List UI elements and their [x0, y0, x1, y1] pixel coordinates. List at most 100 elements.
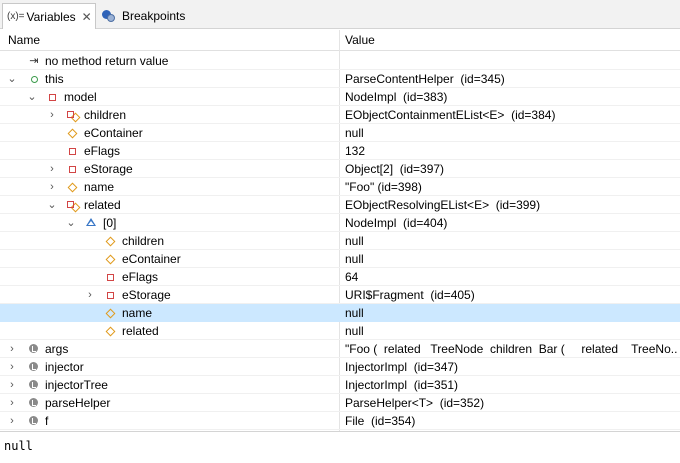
tab-breakpoints-label: Breakpoints [122, 8, 186, 23]
tree-row[interactable]: › eStorage URI$Fragment (id=405) [0, 286, 680, 304]
table-header: Name Value [0, 30, 680, 51]
variable-value: 132 [345, 144, 366, 158]
column-header-value[interactable]: Value [345, 33, 375, 47]
tree-row[interactable]: eFlags 64 [0, 268, 680, 286]
collapse-chevron-icon[interactable]: › [6, 378, 18, 392]
variable-name: name [84, 180, 115, 194]
collapse-chevron-icon[interactable]: › [46, 162, 58, 176]
tree-row[interactable]: eContainer null [0, 250, 680, 268]
field-collection-icon [65, 198, 79, 212]
tree-row[interactable]: › f File (id=354) [0, 412, 680, 430]
variable-name: children [122, 234, 165, 248]
field-private-icon [45, 90, 59, 104]
variable-name: eStorage [84, 162, 133, 176]
local-variable-icon [27, 360, 41, 374]
collapse-chevron-icon[interactable]: › [46, 180, 58, 194]
tree-row[interactable]: › args "Foo ( related TreeNode children … [0, 340, 680, 358]
variable-value: File (id=354) [345, 414, 416, 428]
tree-row[interactable]: eFlags 132 [0, 142, 680, 160]
variable-value: null [345, 306, 364, 320]
variable-name: eFlags [122, 270, 159, 284]
array-element-icon [84, 216, 98, 230]
variable-value: null [345, 252, 364, 266]
variable-name: no method return value [45, 54, 169, 68]
collapse-chevron-icon[interactable]: › [46, 108, 58, 122]
tree-row[interactable]: › parseHelper ParseHelper<T> (id=352) [0, 394, 680, 412]
variable-name: model [64, 90, 97, 104]
variable-name: related [84, 198, 121, 212]
breakpoints-icon [102, 9, 116, 23]
collapse-chevron-icon[interactable]: › [6, 360, 18, 374]
field-protected-icon [103, 252, 117, 266]
detail-pane[interactable]: null [0, 431, 680, 463]
variable-name: args [45, 342, 69, 356]
tree-row[interactable]: ⇥ no method return value [0, 52, 680, 70]
tab-variables[interactable]: (x)= Variables ✕ [2, 3, 96, 29]
tree-row[interactable]: › injectorTree InjectorImpl (id=351) [0, 376, 680, 394]
variable-value: EObjectContainmentEList<E> (id=384) [345, 108, 556, 122]
expand-chevron-icon[interactable]: ⌄ [6, 72, 18, 86]
variable-value: InjectorImpl (id=351) [345, 378, 459, 392]
tree-row[interactable]: children null [0, 232, 680, 250]
return-icon: ⇥ [29, 55, 39, 67]
field-collection-icon [65, 108, 79, 122]
tree-row[interactable]: ⌄ [0] NodeImpl (id=404) [0, 214, 680, 232]
collapse-chevron-icon[interactable]: › [6, 342, 18, 356]
collapse-chevron-icon[interactable]: › [6, 396, 18, 410]
local-variable-icon [27, 342, 41, 356]
variable-name: name [122, 306, 153, 320]
variables-tree: ⇥ no method return value ⌄ this ParseCon… [0, 52, 680, 430]
tab-variables-label: Variables [26, 9, 76, 24]
variable-name: parseHelper [45, 396, 111, 410]
tree-row[interactable]: ⌄ this ParseContentHelper (id=345) [0, 70, 680, 88]
tree-row[interactable]: eContainer null [0, 124, 680, 142]
variable-value: null [345, 234, 364, 248]
local-variable-icon [27, 378, 41, 392]
variable-name: this [45, 72, 64, 86]
close-icon[interactable]: ✕ [82, 10, 92, 24]
expand-chevron-icon[interactable]: ⌄ [46, 198, 58, 212]
tree-row[interactable]: related null [0, 322, 680, 340]
field-protected-icon [103, 324, 117, 338]
field-private-icon [65, 144, 79, 158]
variable-value: Object[2] (id=397) [345, 162, 445, 176]
variable-value: null [345, 126, 364, 140]
tree-row[interactable]: ⌄ model NodeImpl (id=383) [0, 88, 680, 106]
tree-row-selected[interactable]: name null [0, 304, 680, 322]
collapse-chevron-icon[interactable]: › [6, 414, 18, 428]
field-private-icon [65, 162, 79, 176]
variable-name: eContainer [122, 252, 181, 266]
local-variable-icon [27, 414, 41, 428]
tree-row[interactable]: › children EObjectContainmentEList<E> (i… [0, 106, 680, 124]
variable-name: injector [45, 360, 84, 374]
variable-name: eFlags [84, 144, 121, 158]
variable-name: eStorage [122, 288, 171, 302]
variable-value: NodeImpl (id=383) [345, 90, 448, 104]
field-protected-icon [103, 234, 117, 248]
variable-value: "Foo" (id=398) [345, 180, 422, 194]
tree-row[interactable]: › name "Foo" (id=398) [0, 178, 680, 196]
variable-value: null [345, 324, 364, 338]
variable-name: related [122, 324, 159, 338]
field-protected-icon [103, 306, 117, 320]
variable-name: children [84, 108, 127, 122]
variable-value: 64 [345, 270, 359, 284]
column-header-name[interactable]: Name [8, 33, 40, 47]
field-protected-icon [65, 126, 79, 140]
tree-row[interactable]: ⌄ related EObjectResolvingEList<E> (id=3… [0, 196, 680, 214]
detail-text[interactable]: null [4, 439, 33, 453]
variable-name: injectorTree [45, 378, 108, 392]
tree-row[interactable]: › eStorage Object[2] (id=397) [0, 160, 680, 178]
variable-value: "Foo ( related TreeNode children Bar ( r… [345, 342, 678, 356]
expand-chevron-icon[interactable]: ⌄ [65, 216, 77, 230]
variable-value: NodeImpl (id=404) [345, 216, 448, 230]
field-public-icon [27, 72, 41, 86]
expand-chevron-icon[interactable]: ⌄ [26, 90, 38, 104]
tree-row[interactable]: › injector InjectorImpl (id=347) [0, 358, 680, 376]
variable-name: f [45, 414, 49, 428]
tab-breakpoints[interactable]: Breakpoints [100, 3, 190, 28]
collapse-chevron-icon[interactable]: › [84, 288, 96, 302]
variable-name: eContainer [84, 126, 143, 140]
variable-value: ParseHelper<T> (id=352) [345, 396, 485, 410]
view-tab-bar: (x)= Variables ✕ Breakpoints [0, 0, 680, 29]
